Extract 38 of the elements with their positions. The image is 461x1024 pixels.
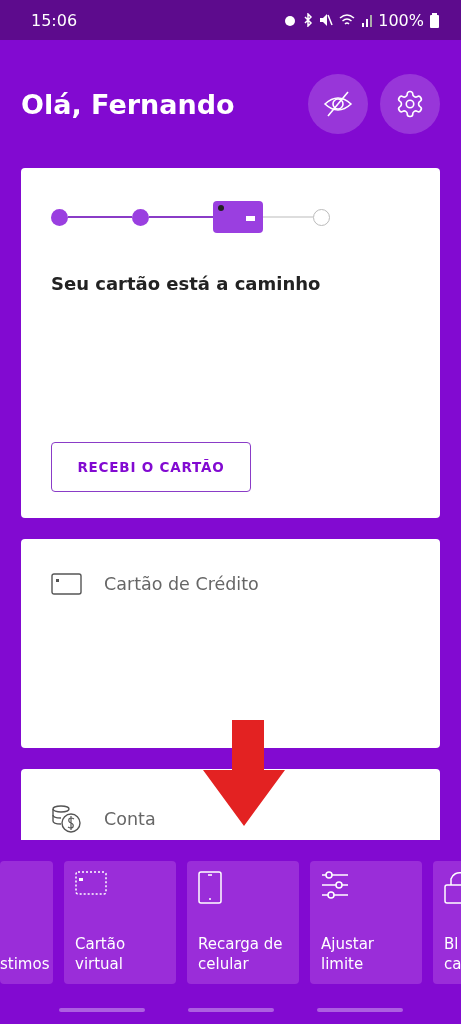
shortcut-label: Ajustar (321, 934, 375, 954)
mute-icon (319, 13, 334, 27)
hide-values-button[interactable] (308, 74, 368, 134)
phone-icon (198, 871, 222, 904)
greeting: Olá, Fernando (21, 88, 235, 120)
shortcut-label: stimos (0, 954, 51, 974)
card-title: Seu cartão está a caminho (51, 273, 322, 294)
card-icon (75, 871, 107, 895)
coins-icon (51, 803, 82, 834)
section-title: Cartão de Crédito (104, 574, 259, 594)
wifi-icon (339, 13, 357, 27)
received-card-button[interactable]: RECEBI O CARTÃO (51, 442, 251, 492)
signal-icon (362, 13, 373, 27)
lock-icon (444, 871, 461, 905)
sliders-icon (321, 871, 349, 899)
shortcut-tile[interactable]: stimos (0, 861, 53, 984)
section-title: Conta (104, 808, 156, 829)
section-card[interactable]: Conta (21, 769, 440, 840)
battery-level: 100% (378, 10, 424, 30)
shortcut-label: virtual (75, 954, 124, 974)
shortcut-label: Cartão (75, 934, 127, 954)
shortcut-tile[interactable]: Ajustar limite (310, 861, 422, 984)
shortcut-label: Bl (444, 934, 460, 954)
shortcut-tile[interactable]: Bl ca (433, 861, 461, 984)
shortcut-label: ca (444, 954, 461, 974)
bluetooth-icon (303, 13, 314, 27)
eye-off-icon (323, 89, 353, 119)
settings-icon (395, 89, 425, 119)
settings-button[interactable] (380, 74, 440, 134)
status-time: 15:06 (31, 10, 78, 30)
section-card[interactable]: Cartão de Crédito (21, 539, 440, 748)
shortcut-label: celular (198, 954, 250, 974)
card-icon (51, 573, 82, 595)
shortcut-label: Recarga de (198, 934, 284, 954)
shortcut-tile[interactable]: Cartão virtual (64, 861, 176, 984)
shortcut-label: limite (321, 954, 365, 974)
shortcut-tile[interactable]: Recarga de celular (187, 861, 299, 984)
battery-icon (430, 12, 439, 28)
